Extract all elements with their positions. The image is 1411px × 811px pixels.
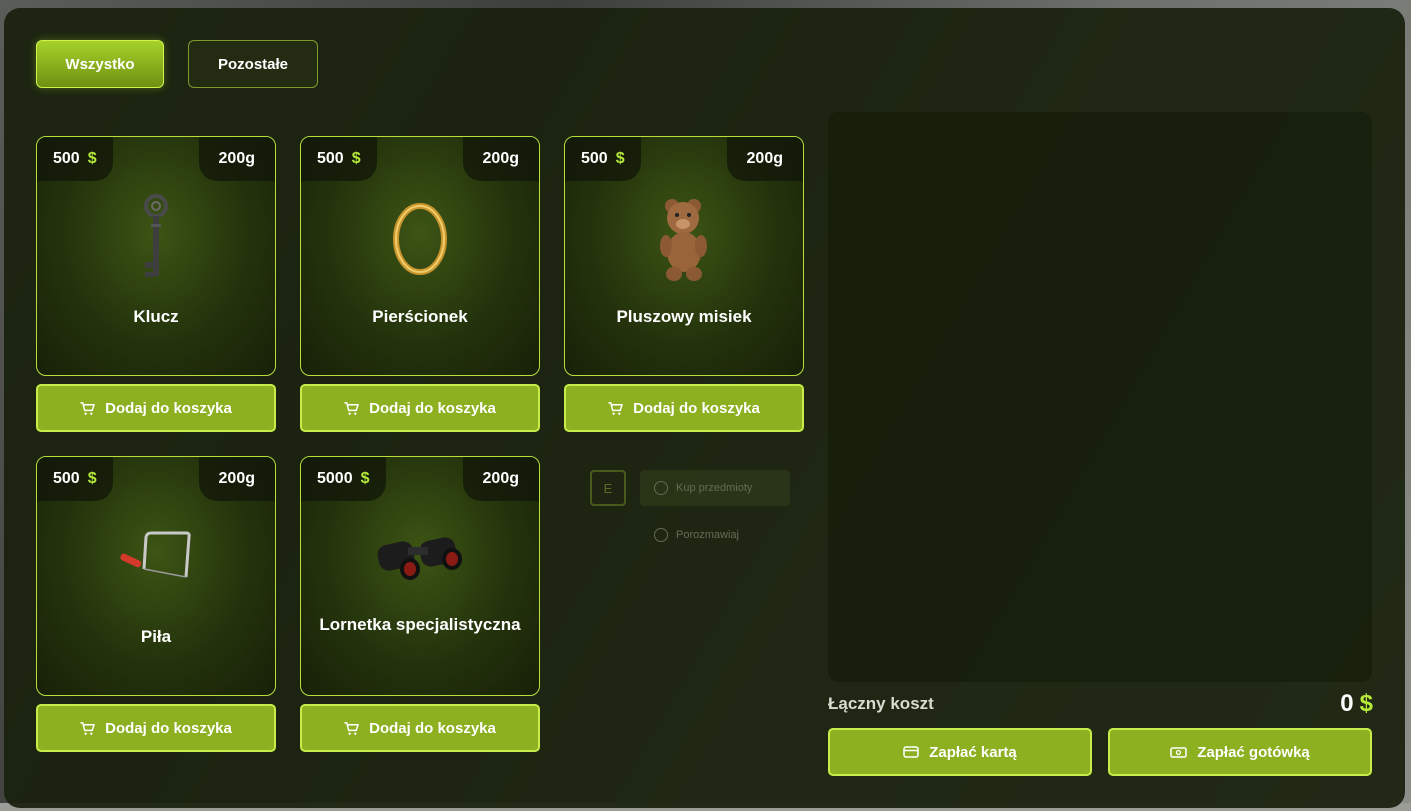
price-value: 5000 — [317, 470, 353, 487]
item-name: Pluszowy misiek — [616, 307, 752, 326]
key-icon — [101, 189, 211, 289]
pay-by-cash-button[interactable]: Zapłać gotówką — [1108, 728, 1372, 776]
add-to-cart-label: Dodaj do koszyka — [633, 399, 760, 417]
weight-tag: 200g — [726, 137, 803, 181]
item-name: Lornetka specjalistyczna — [319, 615, 521, 634]
item-card-lornetka: 5000 $ 200g Lornetka specjalistyczna Dod… — [300, 456, 540, 752]
add-to-cart-button[interactable]: Dodaj do koszyka — [36, 384, 276, 432]
credit-card-icon — [903, 746, 919, 758]
item-name: Klucz — [133, 307, 179, 326]
add-to-cart-label: Dodaj do koszyka — [369, 719, 496, 737]
add-to-cart-label: Dodaj do koszyka — [105, 719, 232, 737]
add-to-cart-button[interactable]: Dodaj do koszyka — [300, 704, 540, 752]
add-to-cart-button[interactable]: Dodaj do koszyka — [36, 704, 276, 752]
price-value: 500 — [53, 470, 80, 487]
binoculars-icon — [365, 509, 475, 609]
cart-icon — [80, 401, 95, 415]
weight-tag: 200g — [462, 137, 539, 181]
cart-icon — [80, 721, 95, 735]
price-tag: 500 $ — [37, 137, 113, 181]
item-card-pluszowy-misiek: 500 $ 200g Pluszowy misiek Dodaj do kosz… — [564, 136, 804, 432]
price-tag: 500 $ — [565, 137, 641, 181]
price-tag: 500 $ — [301, 137, 377, 181]
tab-other[interactable]: Pozostałe — [188, 40, 318, 88]
pay-by-cash-label: Zapłać gotówką — [1197, 743, 1310, 761]
cash-icon — [1170, 746, 1187, 758]
currency-symbol: $ — [360, 470, 370, 487]
items-scroll-area[interactable]: Dodaj do koszyka Dodaj do koszyka Dodaj … — [4, 112, 824, 808]
price-tag: 500 $ — [37, 457, 113, 501]
add-to-cart-label: Dodaj do koszyka — [369, 399, 496, 417]
cart-icon — [344, 401, 359, 415]
currency-symbol: $ — [87, 470, 97, 487]
item-card[interactable]: 5000 $ 200g Lornetka specjalistyczna — [300, 456, 540, 696]
total-cost-label: Łączny koszt — [828, 694, 934, 713]
price-value: 500 — [53, 150, 80, 167]
pay-by-card-button[interactable]: Zapłać kartą — [828, 728, 1092, 776]
tab-all[interactable]: Wszystko — [36, 40, 164, 88]
item-card[interactable]: 500 $ 200g Pluszowy misiek — [564, 136, 804, 376]
total-amount: 0 — [1340, 690, 1354, 717]
currency-symbol: $ — [1359, 690, 1373, 717]
item-card[interactable]: 500 $ 200g Pierścionek — [300, 136, 540, 376]
currency-symbol: $ — [615, 150, 625, 167]
cart-list — [828, 112, 1372, 682]
weight-tag: 200g — [462, 457, 539, 501]
total-cost-value: 0 $ — [1340, 690, 1373, 718]
pay-by-card-label: Zapłać kartą — [929, 743, 1017, 761]
weight-tag: 200g — [198, 457, 275, 501]
cart-icon — [608, 401, 623, 415]
item-card-pila: 500 $ 200g Piła Dodaj do koszyka — [36, 456, 276, 752]
teddy-bear-icon — [629, 189, 739, 289]
item-card[interactable]: 500 $ 200g Piła — [36, 456, 276, 696]
item-name: Piła — [140, 627, 172, 646]
item-card-klucz: 500 $ 200g Klucz Dodaj do koszyka — [36, 136, 276, 432]
currency-symbol: $ — [87, 150, 97, 167]
price-value: 500 — [317, 150, 344, 167]
item-card[interactable]: 500 $ 200g Klucz — [36, 136, 276, 376]
currency-symbol: $ — [351, 150, 361, 167]
add-to-cart-label: Dodaj do koszyka — [105, 399, 232, 417]
items-grid: Dodaj do koszyka Dodaj do koszyka Dodaj … — [36, 112, 804, 752]
weight-tag: 200g — [198, 137, 275, 181]
add-to-cart-button[interactable]: Dodaj do koszyka — [300, 384, 540, 432]
shop-panel: Wszystko Pozostałe E Kup przedmioty Poro… — [4, 8, 1405, 808]
add-to-cart-button[interactable]: Dodaj do koszyka — [564, 384, 804, 432]
price-tag: 5000 $ — [301, 457, 386, 501]
saw-icon — [101, 509, 211, 609]
ring-icon — [365, 189, 475, 289]
item-card-pierscionek: 500 $ 200g Pierścionek Dodaj do koszyka — [300, 136, 540, 432]
price-value: 500 — [581, 150, 608, 167]
category-tabs: Wszystko Pozostałe — [36, 40, 318, 88]
cart-icon — [344, 721, 359, 735]
item-name: Pierścionek — [372, 307, 468, 326]
